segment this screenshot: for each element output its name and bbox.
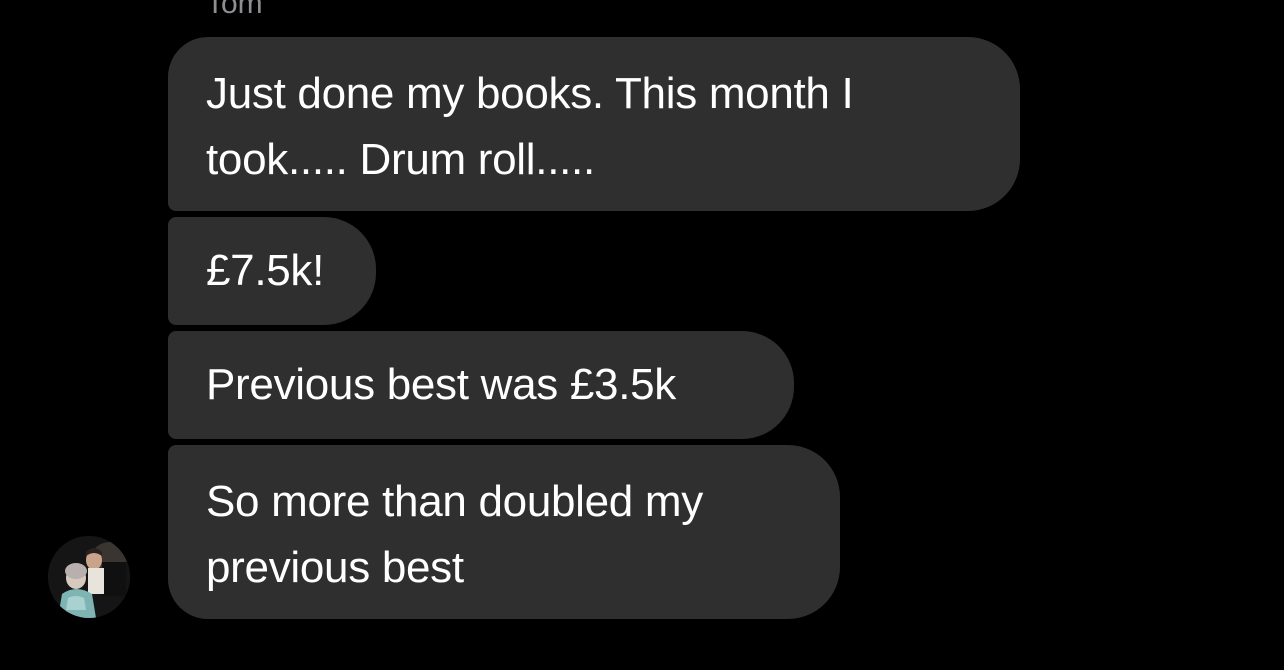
message-text-line: Just done my books. This month I bbox=[206, 69, 854, 118]
sender-name: Tom bbox=[206, 0, 263, 20]
message-text-line: took..... Drum roll..... bbox=[206, 135, 595, 184]
sender-avatar[interactable] bbox=[48, 536, 130, 618]
avatar-photo-icon bbox=[48, 536, 130, 618]
message-text-line: Previous best was £3.5k bbox=[206, 360, 677, 409]
message-bubble[interactable]: Just done my books. This month I took...… bbox=[168, 37, 1020, 211]
message-bubble[interactable]: So more than doubled my previous best bbox=[168, 445, 840, 619]
message-bubble[interactable]: Previous best was £3.5k bbox=[168, 331, 794, 439]
message-text-line: previous best bbox=[206, 543, 464, 592]
message-text-line: £7.5k! bbox=[206, 246, 325, 295]
message-bubble[interactable]: £7.5k! bbox=[168, 217, 376, 325]
message-text-line: So more than doubled my bbox=[206, 477, 703, 526]
